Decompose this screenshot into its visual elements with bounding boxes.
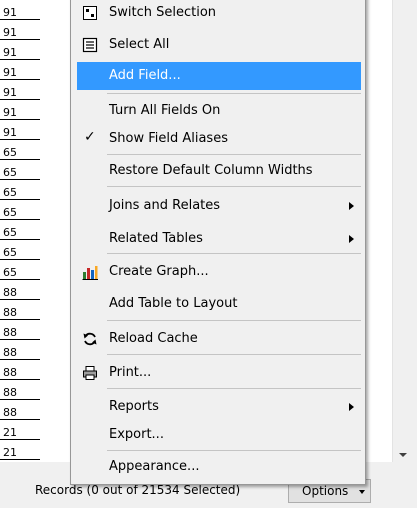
table-cell[interactable]: 91 [0,85,40,100]
table-cell[interactable]: 91 [0,5,40,20]
switch-selection-icon [83,6,97,20]
menu-separator [107,450,361,451]
table-cell[interactable]: 88 [0,385,40,400]
menu-item-switch-selection[interactable]: Switch Selection [77,0,361,27]
menu-separator [107,186,361,187]
menu-item-export[interactable]: Export... [77,421,361,449]
table-cell[interactable]: 65 [0,225,40,240]
graph-icon [82,266,98,280]
submenu-arrow-icon [349,403,354,411]
submenu-arrow-icon [349,202,354,210]
table-cell[interactable]: 88 [0,365,40,380]
menu-item-reports[interactable]: Reports [77,393,361,421]
table-cell[interactable]: 21 [0,425,40,440]
menu-item-show-field-aliases[interactable]: ✓ Show Field Aliases [77,125,361,153]
menu-separator [107,154,361,155]
table-value-column: 91 91 91 91 91 91 91 65 65 65 65 65 65 6… [0,0,40,462]
table-options-menu: Switch Selection Select All Add Field...… [70,0,366,485]
table-cell[interactable]: 65 [0,185,40,200]
menu-item-print[interactable]: Print... [77,359,361,387]
table-cell[interactable]: 91 [0,125,40,140]
table-cell[interactable]: 65 [0,145,40,160]
table-cell[interactable]: 65 [0,265,40,280]
table-cell[interactable]: 91 [0,105,40,120]
printer-icon [83,366,97,380]
menu-item-reload-cache[interactable]: Reload Cache [77,325,361,353]
chevron-down-icon [359,490,365,494]
scroll-down-icon[interactable] [399,453,407,457]
menu-item-related-tables[interactable]: Related Tables [77,225,361,253]
options-label: Options [302,484,349,498]
menu-separator [107,388,361,389]
menu-item-create-graph[interactable]: Create Graph... [77,258,361,286]
menu-item-joins-and-relates[interactable]: Joins and Relates [77,192,361,220]
table-cell[interactable]: 88 [0,325,40,340]
menu-separator [107,253,361,254]
table-cell[interactable]: 91 [0,25,40,40]
table-cell[interactable]: 88 [0,285,40,300]
table-cell[interactable]: 65 [0,165,40,180]
reload-icon [83,332,97,346]
table-cell[interactable]: 91 [0,65,40,80]
table-cell[interactable]: 65 [0,205,40,220]
records-count-label: Records (0 out of 21534 Selected) [35,483,241,497]
table-cell[interactable]: 65 [0,245,40,260]
submenu-arrow-icon [349,235,354,243]
menu-item-appearance[interactable]: Appearance... [77,453,361,481]
table-cell[interactable]: 21 [0,445,40,460]
menu-separator [107,354,361,355]
checkmark-icon: ✓ [84,129,96,145]
menu-item-restore-default-column-widths[interactable]: Restore Default Column Widths [77,157,361,185]
table-cell[interactable]: 88 [0,405,40,420]
vertical-scrollbar[interactable] [392,0,417,462]
select-all-icon [82,37,98,53]
menu-item-select-all[interactable]: Select All [77,31,361,59]
table-cell[interactable]: 88 [0,345,40,360]
table-cell[interactable]: 88 [0,305,40,320]
menu-item-add-field[interactable]: Add Field... [77,62,361,90]
menu-item-turn-all-fields-on[interactable]: Turn All Fields On [77,97,361,125]
menu-separator [107,320,361,321]
menu-item-add-table-to-layout[interactable]: Add Table to Layout [77,290,361,318]
table-cell[interactable]: 91 [0,45,40,60]
menu-separator [107,93,361,94]
